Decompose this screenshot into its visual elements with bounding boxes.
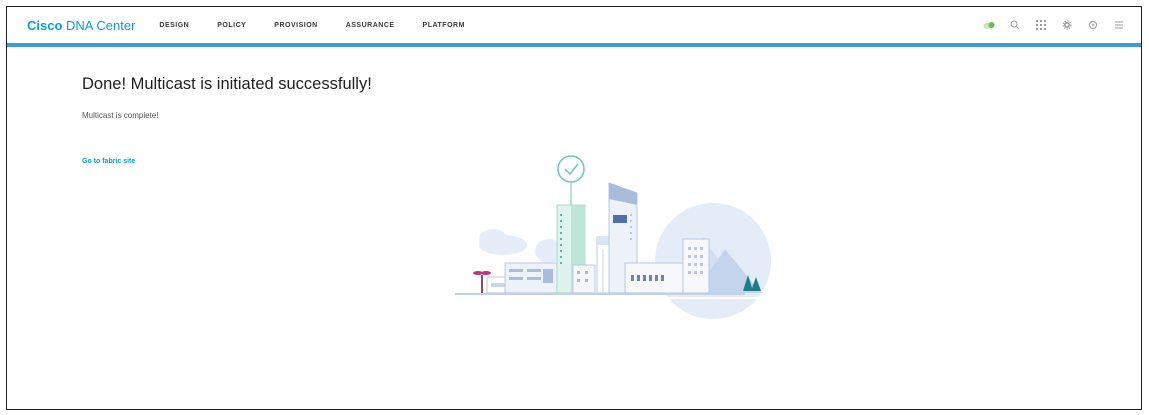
cloud-status-icon[interactable] [983,19,995,31]
nav-assurance[interactable]: ASSURANCE [346,22,395,29]
nav-provision[interactable]: PROVISION [274,22,317,29]
brand-name-bold: Cisco [27,17,63,33]
settings-icon[interactable] [1061,19,1073,31]
top-navigation-bar: Cisco DNA Center DESIGN POLICY PROVISION… [7,7,1141,47]
apps-grid-icon[interactable] [1035,19,1047,31]
header-tools [969,19,1125,31]
status-message: Multicast is complete! [82,111,159,120]
go-to-fabric-site-link[interactable]: Go to fabric site [82,158,135,165]
nav-policy[interactable]: POLICY [217,22,246,29]
menu-icon[interactable] [1113,19,1125,31]
success-city-illustration [455,155,771,319]
system-health-icon[interactable] [1087,19,1099,31]
brand-logo[interactable]: Cisco DNA Center [27,18,135,33]
app-window: Cisco DNA Center DESIGN POLICY PROVISION… [6,6,1142,410]
page-title: Done! Multicast is initiated successfull… [82,75,372,93]
main-nav: DESIGN POLICY PROVISION ASSURANCE PLATFO… [159,22,493,29]
brand-name-light: DNA Center [62,17,136,33]
search-icon[interactable] [1009,19,1021,31]
nav-design[interactable]: DESIGN [159,22,189,29]
main-content: Done! Multicast is initiated successfull… [7,51,1141,409]
nav-platform[interactable]: PLATFORM [423,22,465,29]
